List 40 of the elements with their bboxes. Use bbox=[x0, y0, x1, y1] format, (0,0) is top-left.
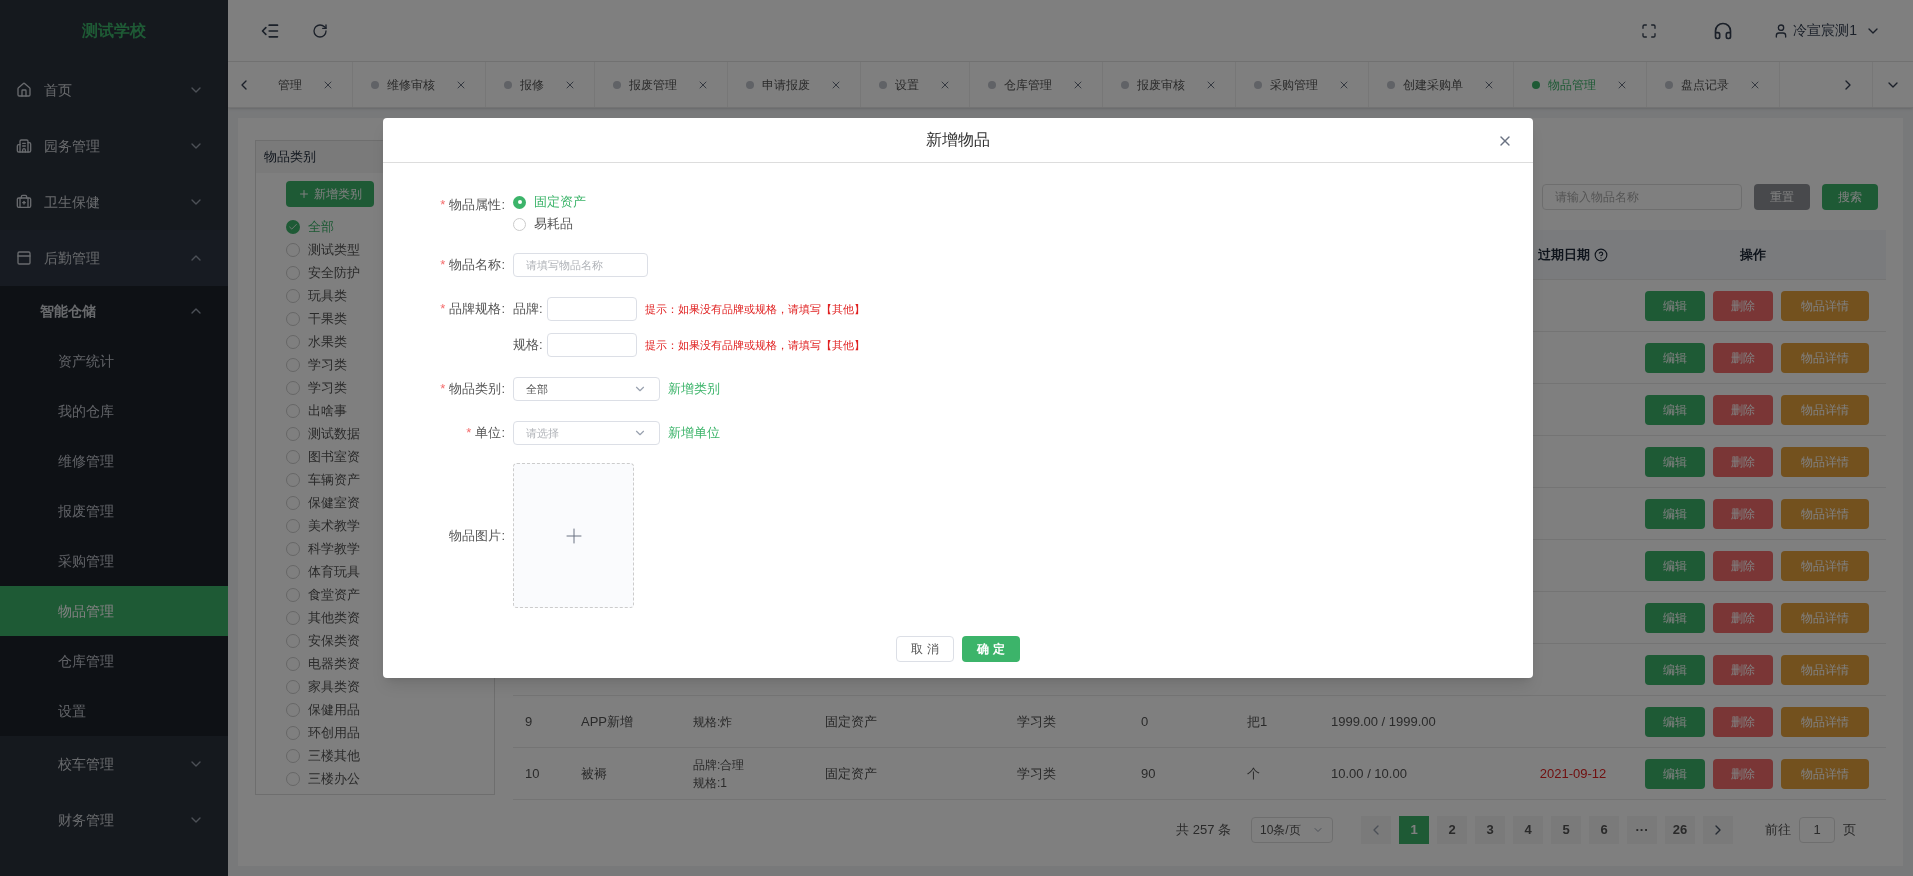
hint-text: 提示：如果没有品牌或规格，请填写【其他】 bbox=[645, 337, 865, 353]
field-label: 品牌: bbox=[513, 300, 544, 319]
table-cell-text: 90 bbox=[1140, 764, 1157, 783]
table-cell-text: 学习类 bbox=[1016, 712, 1057, 731]
table-cell-text: 学习类 bbox=[1016, 764, 1057, 783]
table-cell-text: 个 bbox=[1246, 764, 1261, 783]
panel-title: 物品类别 bbox=[264, 148, 316, 167]
total-count: 共 257 条 bbox=[1176, 821, 1231, 840]
table-cell-text: 被褥 bbox=[580, 764, 608, 783]
field-label: 品牌规格: bbox=[449, 300, 505, 319]
table-cell-text: 10.00 / 10.00 bbox=[1330, 764, 1408, 783]
column-header: 操作 bbox=[1739, 245, 1767, 264]
goto-suffix: 页 bbox=[1843, 821, 1856, 840]
table-cell-text: 品牌:合理 bbox=[693, 756, 746, 774]
field-label: 单位: bbox=[475, 424, 505, 443]
required-mark: * bbox=[440, 196, 446, 215]
table-cell-text: 固定资产 bbox=[824, 712, 878, 731]
goto-label: 前往 bbox=[1765, 821, 1791, 840]
field-label: 物品属性: bbox=[449, 196, 505, 215]
field-label: 物品类别: bbox=[449, 380, 505, 399]
table-cell-text: 10 bbox=[524, 764, 541, 783]
required-mark: * bbox=[440, 256, 446, 275]
hint-text: 提示：如果没有品牌或规格，请填写【其他】 bbox=[645, 301, 865, 317]
field-label: 规格: bbox=[513, 336, 544, 355]
table-cell-text: 规格:1 bbox=[693, 774, 728, 792]
dialog-title: 新增物品 bbox=[926, 130, 990, 150]
required-mark: * bbox=[440, 300, 446, 319]
table-cell-text: 9 bbox=[524, 712, 534, 731]
table-cell-text: 规格:炸 bbox=[693, 713, 734, 731]
required-mark: * bbox=[440, 380, 446, 399]
table-cell-text: 1999.00 / 1999.00 bbox=[1330, 712, 1437, 731]
table-cell-text: APP新增 bbox=[580, 712, 634, 731]
table-cell-text: 把1 bbox=[1246, 712, 1269, 731]
field-label: 物品图片: bbox=[449, 526, 505, 545]
table-cell-text: 2021-09-12 bbox=[1538, 764, 1608, 783]
table-cell-text: 0 bbox=[1140, 712, 1150, 731]
school-logo-text: 测试学校 bbox=[82, 21, 146, 41]
required-mark: * bbox=[466, 424, 472, 443]
table-cell-text: 固定资产 bbox=[824, 764, 878, 783]
field-label: 物品名称: bbox=[449, 256, 505, 275]
